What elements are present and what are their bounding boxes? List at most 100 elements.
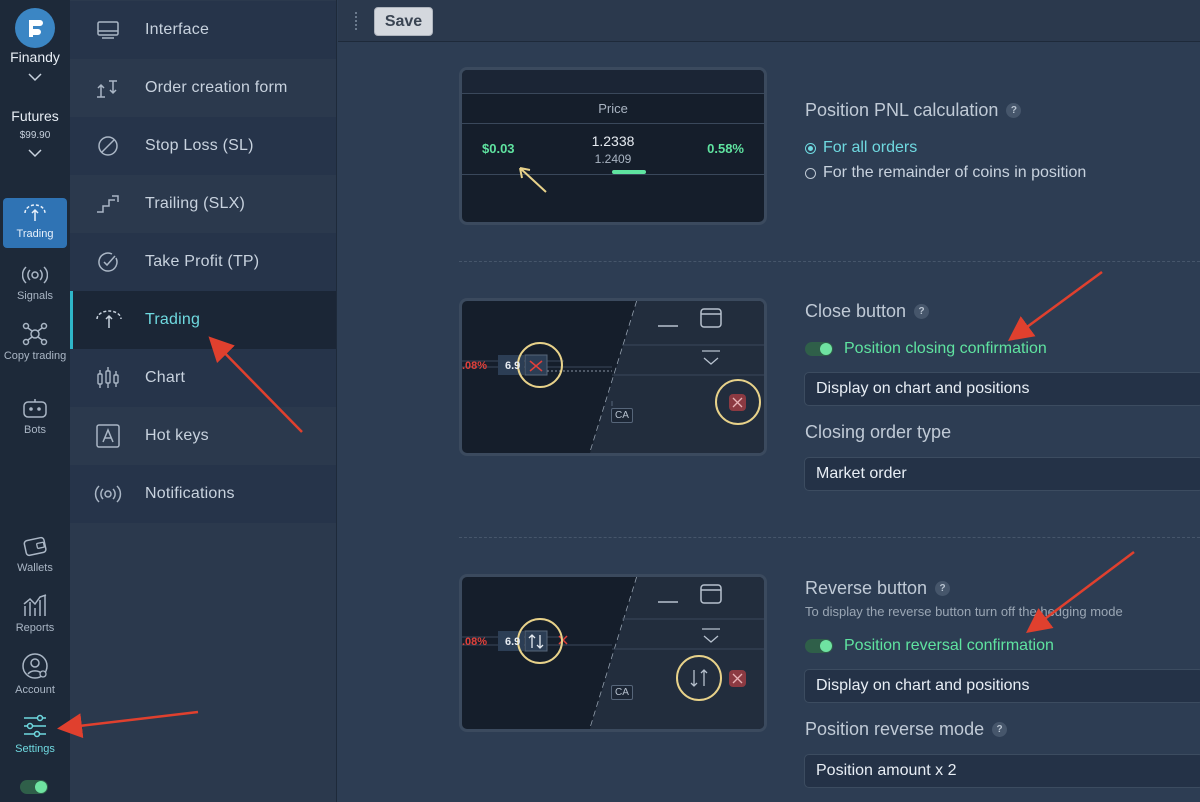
- wallet-icon: [23, 536, 47, 557]
- rail-item-signals[interactable]: Signals: [3, 264, 67, 302]
- closing-order-type-label: Closing order type: [805, 422, 952, 442]
- help-icon[interactable]: ?: [1006, 103, 1022, 118]
- rail-label: Signals: [16, 290, 54, 302]
- keyboard-key-icon: [70, 423, 145, 449]
- toggle-switch[interactable]: [805, 639, 833, 653]
- reverse-hint: To display the reverse button turn off t…: [805, 604, 1123, 619]
- settings-nav: Interface Order creation form Stop Loss …: [70, 0, 337, 802]
- rail-item-settings[interactable]: Settings: [3, 713, 67, 755]
- reports-icon: [23, 594, 47, 616]
- chevron-down-icon[interactable]: [27, 148, 43, 158]
- take-profit-icon: [70, 250, 145, 274]
- stop-loss-icon: [70, 134, 145, 158]
- trading-icon: [24, 204, 46, 221]
- section-divider: [459, 537, 1200, 538]
- position-percent: .08%: [462, 360, 488, 372]
- rail-label: Settings: [15, 743, 55, 755]
- toolbar: Save: [338, 0, 1200, 42]
- reverse-button-display-select[interactable]: Display on chart and positions: [804, 669, 1200, 703]
- rail-toggle[interactable]: [20, 780, 48, 794]
- nav-label: Order creation form: [145, 79, 288, 96]
- rail-item-wallets[interactable]: Wallets: [3, 532, 67, 574]
- radio-for-all-orders[interactable]: For all orders: [805, 139, 917, 157]
- brand-name: Finandy: [10, 49, 60, 65]
- position-qty: 6.9: [505, 360, 521, 372]
- rail-item-copy-trading[interactable]: Copy trading: [3, 322, 67, 362]
- monitor-icon: [70, 19, 145, 41]
- market-selector[interactable]: Futures: [0, 108, 70, 124]
- reverse-mode-title: Position reverse mode?: [805, 719, 1008, 740]
- toggle-switch[interactable]: [805, 342, 833, 356]
- nav-label: Take Profit (TP): [145, 253, 260, 270]
- chevron-down-icon[interactable]: [27, 72, 43, 82]
- account-icon: [22, 653, 48, 679]
- nav-item-hot-keys[interactable]: Hot keys: [70, 407, 336, 465]
- copy-trading-icon: [22, 322, 48, 346]
- rail-item-reports[interactable]: Reports: [3, 592, 67, 634]
- settings-sliders-icon: [24, 714, 46, 738]
- nav-label: Stop Loss (SL): [145, 137, 254, 154]
- radio-remainder-of-coins[interactable]: For the remainder of coins in position: [805, 164, 1086, 182]
- nav-label: Chart: [145, 369, 186, 386]
- nav-item-stop-loss[interactable]: Stop Loss (SL): [70, 117, 336, 175]
- settings-content: Price $0.03 1.2338 1.2409 0.58% Position…: [338, 42, 1200, 802]
- reverse-preview-graphic: [462, 577, 764, 729]
- reverse-section-title: Reverse button?: [805, 578, 951, 599]
- nav-label: Notifications: [145, 485, 235, 502]
- bot-icon: [23, 399, 47, 418]
- close-button-display-select[interactable]: Display on chart and positions: [804, 372, 1200, 406]
- nav-item-interface[interactable]: Interface: [70, 1, 336, 59]
- close-button-preview-card: .08% 6.9 CA: [459, 298, 767, 456]
- rail-item-bots[interactable]: Bots: [3, 398, 67, 436]
- help-icon[interactable]: ?: [992, 722, 1008, 737]
- notifications-icon: [70, 483, 145, 505]
- nav-item-trailing[interactable]: Trailing (SLX): [70, 175, 336, 233]
- trailing-icon: [70, 193, 145, 215]
- reverse-mode-select[interactable]: Position amount x 2: [804, 754, 1200, 788]
- close-section-title: Close button?: [805, 301, 930, 322]
- price-column-header: Price: [462, 94, 764, 124]
- nav-item-chart[interactable]: Chart: [70, 349, 336, 407]
- nav-item-notifications[interactable]: Notifications: [70, 465, 336, 523]
- nav-label: Trailing (SLX): [145, 195, 246, 212]
- nav-item-take-profit[interactable]: Take Profit (TP): [70, 233, 336, 291]
- app-rail: Finandy Futures $99.90 Trading Signals C…: [0, 0, 70, 802]
- radio-button[interactable]: [805, 167, 816, 179]
- finandy-logo[interactable]: [15, 8, 55, 48]
- rail-item-trading[interactable]: Trading: [3, 198, 67, 248]
- nav-label: Trading: [145, 311, 201, 328]
- signals-icon: [22, 266, 48, 284]
- pnl-preview-card: Price $0.03 1.2338 1.2409 0.58%: [459, 67, 767, 225]
- pointer-arrow-icon: [519, 167, 547, 193]
- section-divider: [459, 261, 1200, 262]
- rail-label: Reports: [15, 622, 55, 634]
- save-button[interactable]: Save: [374, 7, 433, 36]
- position-qty: 6.9: [505, 636, 521, 648]
- rail-label: Bots: [23, 424, 46, 436]
- order-form-icon: [70, 77, 145, 99]
- rail-label: Account: [15, 684, 55, 696]
- rail-item-account[interactable]: Account: [3, 652, 67, 696]
- nav-item-trading[interactable]: Trading: [70, 291, 336, 349]
- balance-value: $99.90: [19, 130, 51, 141]
- close-confirmation-toggle-row[interactable]: Position closing confirmation: [805, 340, 1047, 358]
- reverse-confirmation-toggle-row[interactable]: Position reversal confirmation: [805, 637, 1054, 655]
- closing-order-type-select[interactable]: Market order: [804, 457, 1200, 491]
- preview-header: [462, 70, 764, 94]
- help-icon[interactable]: ?: [935, 581, 951, 596]
- rail-label: Wallets: [17, 562, 53, 574]
- close-preview-graphic: [462, 301, 764, 453]
- nav-label: Interface: [145, 21, 210, 38]
- nav-item-order-creation-form[interactable]: Order creation form: [70, 59, 336, 117]
- radio-button[interactable]: [805, 142, 816, 154]
- drag-handle[interactable]: [355, 12, 357, 30]
- trading-icon: [73, 309, 145, 331]
- progress-bar: [612, 170, 646, 174]
- nav-label: Hot keys: [145, 427, 209, 444]
- help-icon[interactable]: ?: [914, 304, 930, 319]
- ca-tag: CA: [611, 685, 633, 700]
- pnl-percent: 0.58%: [707, 141, 744, 156]
- rail-label: Trading: [16, 228, 54, 240]
- pnl-section-title: Position PNL calculation?: [805, 100, 1022, 121]
- position-row: $0.03 1.2338 1.2409 0.58%: [462, 125, 764, 175]
